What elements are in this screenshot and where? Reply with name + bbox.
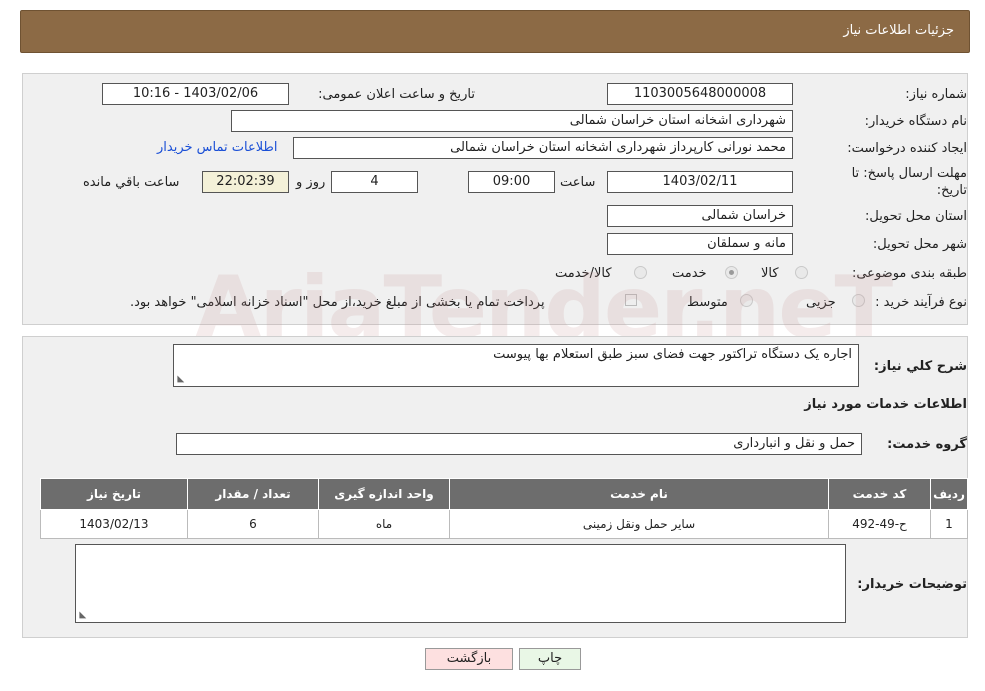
buyer-contact-link[interactable]: اطلاعات تماس خریدار — [157, 140, 277, 155]
category-radio-service[interactable] — [725, 266, 738, 279]
cell-date: 1403/02/13 — [40, 509, 188, 539]
remaining-label: ساعت باقي مانده — [83, 175, 180, 190]
cell-name: سایر حمل ونقل زمینی — [449, 509, 829, 539]
category-radio-goods[interactable] — [795, 266, 808, 279]
need-number-label: شماره نیاز: — [905, 87, 967, 102]
city-label: شهر محل تحویل: — [872, 237, 967, 252]
cell-code: ح-49-492 — [828, 509, 931, 539]
creator-label: ایجاد کننده درخواست: — [847, 141, 967, 156]
page-title: جزئیات اطلاعات نیاز — [843, 23, 954, 38]
services-table: ردیف کد خدمت نام خدمت واحد اندازه گیری ت… — [40, 478, 968, 539]
col-row: ردیف — [930, 478, 968, 510]
category-option-goods-service: کالا/خدمت — [555, 266, 612, 281]
col-date: تاریخ نیاز — [40, 478, 188, 510]
payment-note: پرداخت تمام یا بخشی از مبلغ خرید،از محل … — [130, 295, 545, 310]
services-heading: اطلاعات خدمات مورد نیاز — [804, 397, 967, 412]
category-option-service: خدمت — [672, 266, 707, 281]
col-name: نام خدمت — [449, 478, 829, 510]
process-radio-medium[interactable] — [740, 294, 753, 307]
process-label: نوع فرآیند خرید : — [875, 295, 967, 310]
deadline-label: مهلت ارسال پاسخ: تا — [851, 166, 967, 181]
deadline-time-field: 09:00 — [468, 171, 555, 193]
cell-row: 1 — [930, 509, 968, 539]
resize-handle-icon[interactable]: ◢ — [77, 612, 87, 619]
province-field: خراسان شمالی — [607, 205, 793, 227]
col-code: کد خدمت — [828, 478, 931, 510]
city-field: مانه و سملقان — [607, 233, 793, 255]
buyer-org-field: شهرداری اشخانه استان خراسان شمالی — [231, 110, 793, 132]
buyer-notes-label: توضیحات خریدار: — [857, 577, 967, 592]
announce-label: تاریخ و ساعت اعلان عمومی: — [318, 87, 475, 102]
col-unit: واحد اندازه گیری — [318, 478, 450, 510]
category-radio-goods-service[interactable] — [634, 266, 647, 279]
cell-qty: 6 — [187, 509, 319, 539]
process-option-minor: جزیی — [806, 295, 836, 310]
creator-field: محمد نورانی کارپرداز شهرداری اشخانه استا… — [293, 137, 793, 159]
summary-textarea[interactable]: اجاره یک دستگاه تراکتور جهت فضای سبز طبق… — [173, 344, 859, 387]
remaining-days-field: 4 — [331, 171, 418, 193]
summary-text: اجاره یک دستگاه تراکتور جهت فضای سبز طبق… — [493, 347, 852, 362]
col-qty: تعداد / مقدار — [187, 478, 319, 510]
summary-label: شرح کلي نیاز: — [873, 359, 967, 374]
table-header-row: ردیف کد خدمت نام خدمت واحد اندازه گیری ت… — [40, 478, 968, 510]
remaining-time-field: 22:02:39 — [202, 171, 289, 193]
deadline-time-label: ساعت — [560, 175, 596, 190]
category-label: طبقه بندی موضوعی: — [851, 266, 967, 281]
announce-field: 1403/02/06 - 10:16 — [102, 83, 289, 105]
service-group-field: حمل و نقل و انبارداری — [176, 433, 862, 455]
back-button[interactable]: بازگشت — [425, 648, 513, 670]
deadline-date-field: 1403/02/11 — [607, 171, 793, 193]
print-button[interactable]: چاپ — [519, 648, 581, 670]
process-radio-minor[interactable] — [852, 294, 865, 307]
deadline-label-date: تاریخ: — [936, 183, 967, 198]
services-table-wrap: ردیف کد خدمت نام خدمت واحد اندازه گیری ت… — [40, 478, 968, 539]
need-number-field: 1103005648000008 — [607, 83, 793, 105]
days-label: روز و — [296, 175, 326, 190]
cell-unit: ماه — [318, 509, 450, 539]
resize-handle-icon[interactable]: ◢ — [175, 376, 185, 383]
buyer-org-label: نام دستگاه خریدار: — [864, 114, 967, 129]
page-header: جزئیات اطلاعات نیاز — [20, 10, 970, 53]
buyer-notes-textarea[interactable]: ◢ — [75, 544, 846, 623]
service-group-label: گروه خدمت: — [887, 437, 967, 452]
table-row: 1 ح-49-492 سایر حمل ونقل زمینی ماه 6 140… — [40, 509, 968, 539]
process-option-medium: متوسط — [687, 295, 728, 310]
category-option-goods: کالا — [761, 266, 779, 281]
province-label: استان محل تحویل: — [865, 209, 967, 224]
treasury-payment-checkbox[interactable] — [625, 294, 637, 306]
